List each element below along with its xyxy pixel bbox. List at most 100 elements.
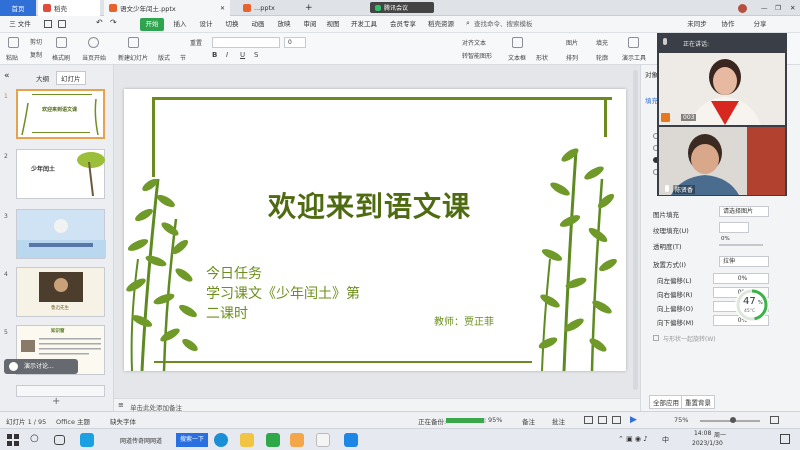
menu-insert[interactable]: 插入 xyxy=(168,18,192,31)
align-text-button[interactable]: 对齐文本 xyxy=(462,38,486,47)
document-icon[interactable] xyxy=(316,433,330,447)
maximize-button[interactable]: ❐ xyxy=(770,0,784,16)
shape-button[interactable]: 形状 xyxy=(536,53,548,62)
minimize-button[interactable]: — xyxy=(756,0,770,16)
format-painter-icon[interactable] xyxy=(56,37,67,48)
wps-icon[interactable] xyxy=(290,433,304,447)
convert-smartart-button[interactable]: 转智能图形 xyxy=(462,51,492,60)
menu-file[interactable]: 三 文件 xyxy=(4,18,36,31)
task-heading[interactable]: 今日任务 xyxy=(206,263,262,283)
comments-toggle[interactable]: 批注 xyxy=(552,416,565,426)
picture-button[interactable]: 图片 xyxy=(566,38,578,47)
edge-icon[interactable] xyxy=(214,433,228,447)
clock-time[interactable]: 14:08 xyxy=(694,430,711,437)
tab-home[interactable]: 首页 xyxy=(0,0,36,16)
save-icon[interactable] xyxy=(44,20,52,28)
font-size-field[interactable]: 0 xyxy=(284,37,306,48)
slide-thumbnail-2[interactable]: 少年闰土 xyxy=(16,149,105,199)
menu-member[interactable]: 会员专享 xyxy=(386,18,420,31)
sorter-view-icon[interactable] xyxy=(598,416,607,424)
explorer-icon[interactable] xyxy=(240,433,254,447)
slide-thumbnail-6[interactable] xyxy=(16,385,105,397)
notification-icon[interactable] xyxy=(780,434,790,444)
cut-button[interactable]: 剪切 xyxy=(30,37,42,46)
menu-animation[interactable]: 动画 xyxy=(246,18,270,31)
slide-thumbnail-4[interactable]: 鲁迅先生 xyxy=(16,267,105,317)
close-icon[interactable]: ✕ xyxy=(220,5,225,12)
menu-slideshow[interactable]: 放映 xyxy=(272,18,296,31)
search-taskbar-icon[interactable]: ○ xyxy=(30,433,39,444)
slide-thumbnail-3[interactable] xyxy=(16,209,106,259)
print-icon[interactable] xyxy=(58,20,66,28)
apply-all-button[interactable]: 全部应用 xyxy=(649,395,683,409)
rotate-checkbox[interactable] xyxy=(653,335,659,341)
input-language[interactable]: 中 xyxy=(662,435,669,445)
play-from-current-button[interactable]: 当页开始 xyxy=(82,53,106,62)
menu-developer[interactable]: 开发工具 xyxy=(348,18,380,31)
app-label[interactable]: 网道传奇网网道 xyxy=(120,436,162,445)
layout-button[interactable]: 版式 xyxy=(158,53,170,62)
menu-design[interactable]: 设计 xyxy=(194,18,218,31)
vertical-scrollbar[interactable] xyxy=(633,70,638,390)
add-slide-button[interactable]: + xyxy=(52,396,60,407)
section-button[interactable]: 节 xyxy=(180,53,186,62)
transparency-slider[interactable] xyxy=(719,244,763,246)
font-name-field[interactable] xyxy=(212,37,280,48)
picture-fill-select[interactable]: 请选择图片 xyxy=(719,206,769,217)
browser-icon[interactable] xyxy=(266,433,280,447)
tab-document[interactable]: 语文少年闰土.pptx ✕ xyxy=(104,0,230,16)
paste-icon[interactable] xyxy=(8,37,19,48)
new-tab-button[interactable]: + xyxy=(300,0,314,16)
close-window-button[interactable]: ✕ xyxy=(785,0,799,16)
slide-title[interactable]: 欢迎来到语文课 xyxy=(268,185,471,225)
normal-view-icon[interactable] xyxy=(584,416,593,424)
floating-discussion-hint[interactable]: 演示讨论... xyxy=(4,359,78,374)
cpu-gauge[interactable]: 47 % 45°C xyxy=(735,288,769,322)
stretch-mode-select[interactable]: 拉伸 xyxy=(719,256,769,267)
tray-icons[interactable]: ⌃ ▣ ◉ ♪ xyxy=(618,435,648,443)
play-slideshow-icon[interactable]: ▶ xyxy=(630,415,637,425)
outline-button[interactable]: 轮廓 xyxy=(596,53,608,62)
avatar[interactable] xyxy=(738,0,752,16)
menu-review[interactable]: 审阅 xyxy=(298,18,322,31)
paste-button[interactable]: 粘贴 xyxy=(6,53,18,62)
menu-home[interactable]: 开始 xyxy=(140,18,164,31)
play-icon[interactable] xyxy=(88,37,99,48)
share-button[interactable]: 分享 xyxy=(748,18,772,31)
reset-button[interactable]: 重置 xyxy=(190,38,202,47)
notes-toggle[interactable]: 备注 xyxy=(522,416,535,426)
app-icon[interactable] xyxy=(80,433,94,447)
menu-view[interactable]: 视图 xyxy=(322,18,344,31)
reset-background-button[interactable]: 重置背景 xyxy=(681,395,715,409)
bold-button[interactable]: B xyxy=(212,51,217,59)
meeting-badge[interactable]: 腾讯会议 xyxy=(370,2,434,13)
notes-area[interactable]: ≡ 单击此处添加备注 xyxy=(114,398,640,412)
teacher-name[interactable]: 教师：贾正菲 xyxy=(434,313,494,328)
video-tile-2[interactable]: 陈贤香 xyxy=(659,127,785,195)
collapse-panel-button[interactable]: « xyxy=(4,71,10,81)
search-button[interactable]: 搜索一下 xyxy=(176,433,209,447)
command-search[interactable]: 查找命令、搜索模板 xyxy=(474,18,536,31)
slide-1[interactable]: 欢迎来到语文课 今日任务 学习课文《少年闰土》第 二课时 教师：贾正菲 xyxy=(124,89,626,371)
tab-document-2[interactable]: ...pptx xyxy=(238,0,300,16)
fit-window-icon[interactable] xyxy=(770,416,779,424)
italic-button[interactable]: I xyxy=(226,51,228,59)
new-slide-icon[interactable] xyxy=(128,37,139,48)
texture-fill-select[interactable] xyxy=(719,222,749,233)
zoom-level[interactable]: 75% xyxy=(674,416,688,424)
tab-daoke[interactable]: 稻壳 xyxy=(38,0,100,16)
textbox-button[interactable]: 文本框 xyxy=(508,53,526,62)
tab-slides[interactable]: 幻灯片 xyxy=(56,71,86,85)
task-line-3[interactable]: 二课时 xyxy=(206,303,248,323)
sync-status[interactable]: 未同步 xyxy=(684,18,710,31)
format-painter-button[interactable]: 格式刷 xyxy=(52,53,70,62)
reading-view-icon[interactable] xyxy=(612,416,621,424)
task-line-2[interactable]: 学习课文《少年闰土》第 xyxy=(206,283,360,303)
collaborate-button[interactable]: 协作 xyxy=(716,18,740,31)
undo-icon[interactable]: ↶ xyxy=(96,18,103,27)
missing-font-button[interactable]: 缺失字体 xyxy=(110,416,136,426)
arrange-button[interactable]: 排列 xyxy=(566,53,578,62)
underline-button[interactable]: U xyxy=(240,51,245,59)
textbox-icon[interactable] xyxy=(512,37,523,48)
video-tile-1[interactable]: 003 xyxy=(659,53,785,125)
